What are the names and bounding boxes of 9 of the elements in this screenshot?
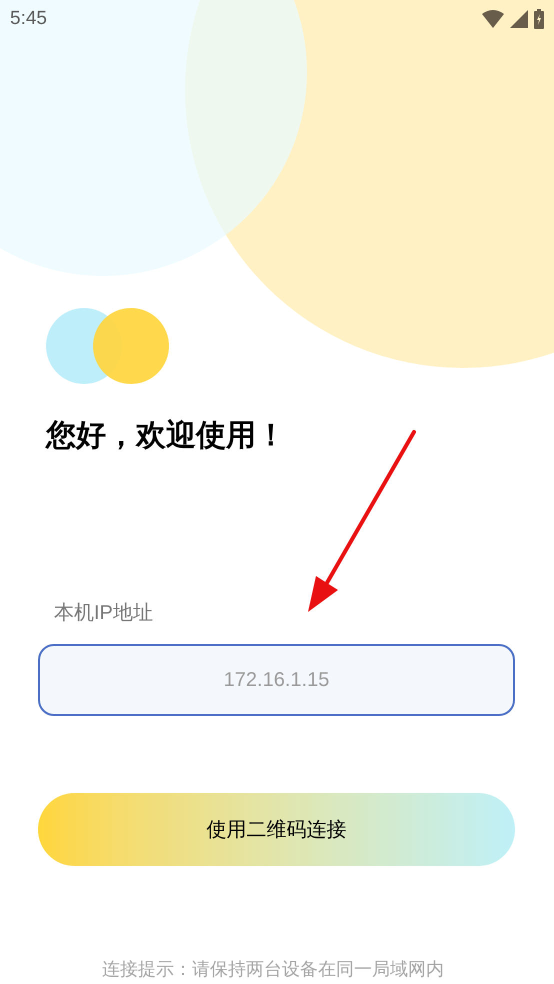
signal-icon [510, 10, 528, 28]
wifi-icon [482, 10, 504, 28]
qr-connect-button[interactable]: 使用二维码连接 [38, 793, 515, 866]
ip-field-label: 本机IP地址 [54, 601, 154, 626]
connection-hint: 连接提示：请保持两台设备在同一局域网内 [102, 958, 445, 981]
battery-icon [534, 9, 544, 29]
greeting-title: 您好，欢迎使用！ [46, 418, 287, 454]
logo-icon [46, 307, 170, 385]
status-time: 5:45 [10, 6, 47, 31]
